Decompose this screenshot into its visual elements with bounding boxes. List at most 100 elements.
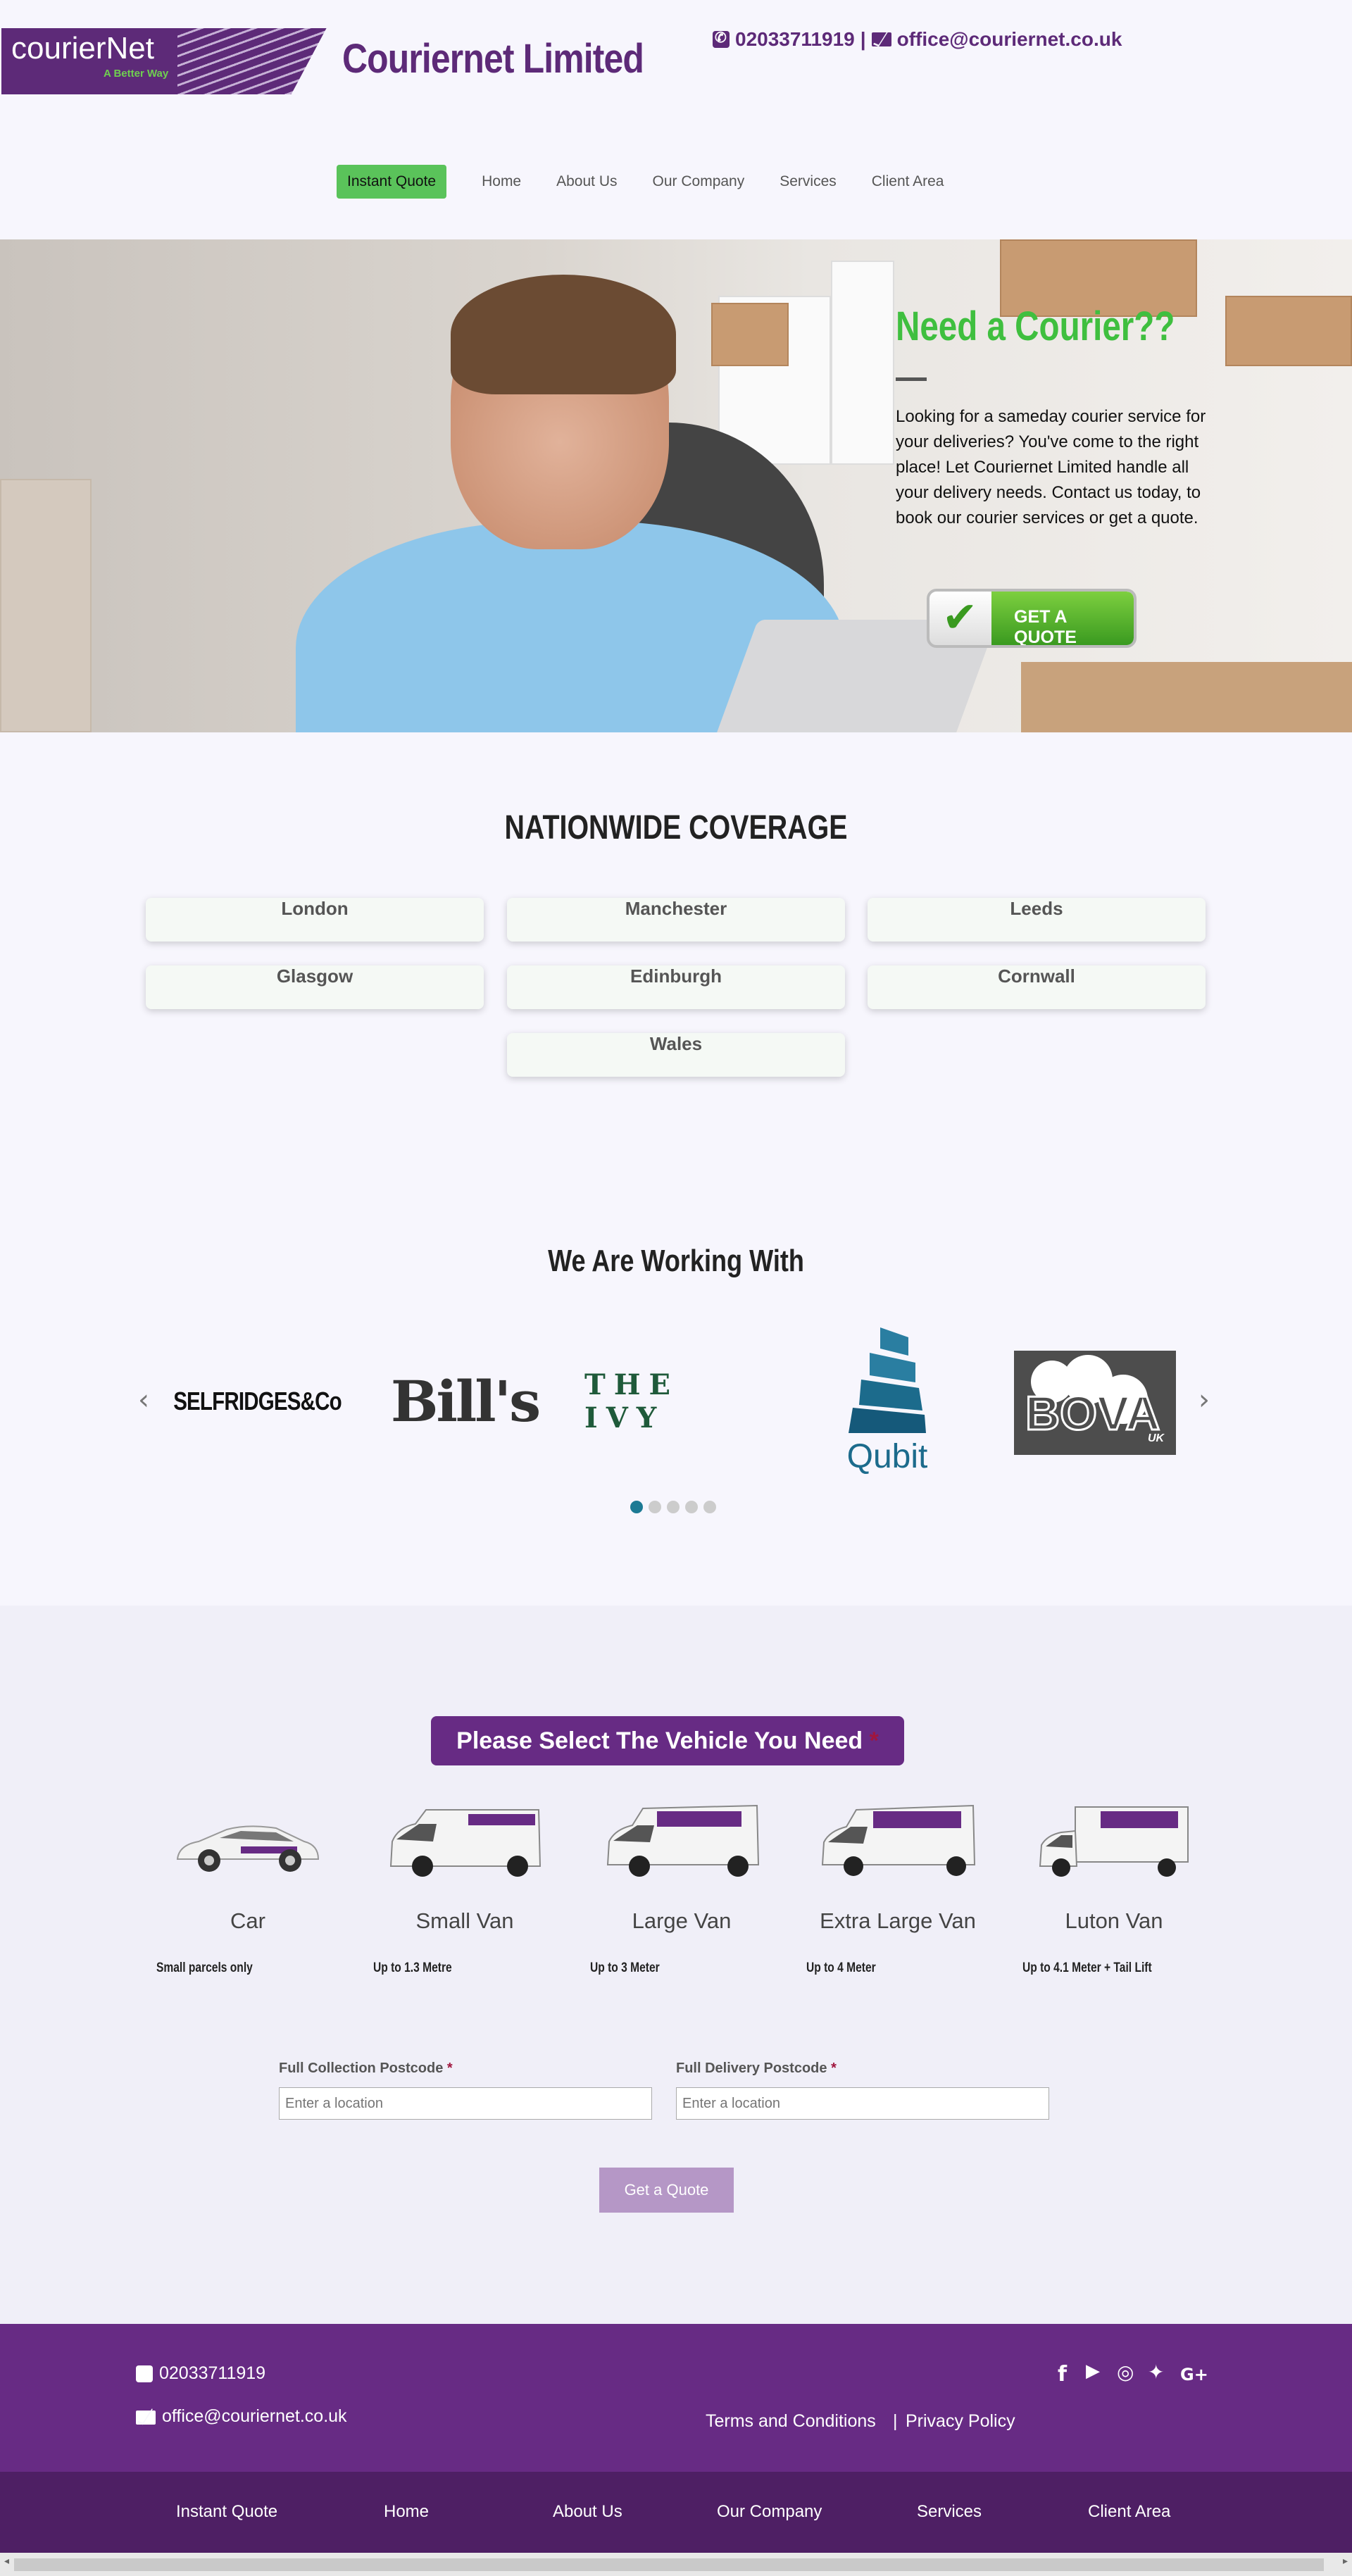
- vehicle-desc: Up to 4.1 Meter + Tail Lift: [1022, 1961, 1152, 1975]
- facebook-icon[interactable]: f: [1058, 2362, 1067, 2387]
- vehicle-option-luton-van[interactable]: Luton Van Up to 4.1 Meter + Tail Lift: [1022, 1803, 1206, 1976]
- footer-nav-instant-quote[interactable]: Instant Quote: [176, 2502, 277, 2522]
- carousel-dot-1[interactable]: [630, 1501, 643, 1513]
- footer-nav-home[interactable]: Home: [384, 2502, 429, 2522]
- partner-logo-bova-text: BOVA: [1024, 1386, 1160, 1442]
- delivery-postcode-label-text: Full Delivery Postcode: [676, 2061, 827, 2076]
- luton-van-icon: [1022, 1803, 1206, 1880]
- footer-nav-client-area[interactable]: Client Area: [1088, 2502, 1170, 2522]
- partner-logo-bova-sub: UK: [1148, 1432, 1165, 1444]
- logo[interactable]: courierNet A Better Way: [1, 28, 329, 94]
- vehicle-name: Luton Van: [1065, 1908, 1163, 1933]
- footer-nav-our-company[interactable]: Our Company: [717, 2502, 822, 2522]
- nav-item-about-us[interactable]: About Us: [556, 173, 617, 190]
- delivery-postcode-label: Full Delivery Postcode *: [676, 2061, 837, 2077]
- small-van-icon: [373, 1803, 556, 1880]
- nav-instant-quote-button[interactable]: Instant Quote: [337, 165, 447, 199]
- city-card-glasgow[interactable]: Glasgow: [146, 965, 484, 1009]
- vehicle-desc: Small parcels only: [156, 1961, 253, 1975]
- privacy-link[interactable]: Privacy Policy: [906, 2411, 1015, 2432]
- terms-link[interactable]: Terms and Conditions: [706, 2411, 876, 2432]
- partner-logo-ivy-text: THE IVY: [584, 1368, 680, 1434]
- footer-separator: |: [893, 2411, 898, 2431]
- nav-item-our-company[interactable]: Our Company: [653, 173, 745, 190]
- logo-tagline: A Better Way: [104, 68, 169, 80]
- header-contact: 02033711919 | office@couriernet.co.uk: [713, 28, 1122, 51]
- carousel-next-icon[interactable]: ›: [1198, 1384, 1210, 1416]
- vehicle-option-extra-large-van[interactable]: Extra Large Van Up to 4 Meter: [806, 1803, 989, 1976]
- vehicle-desc: Up to 1.3 Metre: [373, 1961, 452, 1975]
- vehicle-name: Car: [230, 1908, 265, 1933]
- vehicle-name: Large Van: [632, 1908, 732, 1933]
- required-mark: *: [869, 1727, 879, 1754]
- vehicle-option-large-van[interactable]: Large Van Up to 3 Meter: [590, 1803, 773, 1976]
- google-plus-icon[interactable]: G+: [1180, 2365, 1208, 2384]
- partner-logo-qubit: Qubit: [824, 1317, 951, 1486]
- coverage-title: NATIONWIDE COVERAGE: [504, 809, 848, 846]
- carousel-dot-5[interactable]: [703, 1501, 716, 1513]
- extra-large-van-icon: [806, 1803, 989, 1880]
- city-card-cornwall[interactable]: Cornwall: [868, 965, 1206, 1009]
- partner-logo-bills: Bill's: [391, 1359, 541, 1444]
- check-icon: ✔: [942, 593, 978, 642]
- collection-postcode-label: Full Collection Postcode *: [279, 2061, 453, 2077]
- scrollbar-thumb[interactable]: [14, 2558, 1324, 2571]
- partner-logo-selfridges-text: SELFRIDGES&Co: [173, 1387, 342, 1415]
- footer-envelope-icon: [136, 2411, 156, 2425]
- quote-button-label: GET A QUOTE: [1014, 607, 1077, 647]
- car-icon: [156, 1803, 339, 1880]
- carousel-prev-icon[interactable]: ‹: [138, 1384, 149, 1416]
- city-card-london[interactable]: London: [146, 898, 484, 942]
- instagram-icon[interactable]: ◎: [1117, 2361, 1134, 2384]
- get-a-quote-button[interactable]: ✔ GET A QUOTE: [927, 589, 1137, 648]
- phone-icon: [713, 29, 730, 48]
- envelope-icon: [871, 32, 891, 46]
- delivery-postcode-input[interactable]: [676, 2087, 1049, 2120]
- header-email[interactable]: office@couriernet.co.uk: [897, 28, 1122, 51]
- footer-nav-services[interactable]: Services: [917, 2502, 982, 2522]
- footer-phone-icon: [136, 2363, 153, 2382]
- vehicle-option-car[interactable]: Car Small parcels only: [156, 1803, 339, 1976]
- required-mark: *: [446, 2061, 453, 2076]
- hero-title: Need a Courier??: [896, 304, 1175, 349]
- footer: [0, 2324, 1352, 2472]
- carousel-dot-3[interactable]: [667, 1501, 680, 1513]
- vehicle-option-small-van[interactable]: Small Van Up to 1.3 Metre: [373, 1803, 556, 1976]
- nav-item-home[interactable]: Home: [482, 173, 521, 190]
- vehicle-name: Extra Large Van: [820, 1908, 976, 1933]
- city-card-wales[interactable]: Wales: [507, 1033, 845, 1077]
- hero-box: [0, 479, 92, 732]
- scroll-left-icon[interactable]: ◂: [4, 2556, 9, 2567]
- city-card-edinburgh[interactable]: Edinburgh: [507, 965, 845, 1009]
- vehicle-name: Small Van: [415, 1908, 514, 1933]
- hero-binder: [831, 261, 894, 465]
- main-nav: Instant Quote Home About Us Our Company …: [337, 165, 944, 199]
- collection-postcode-label-text: Full Collection Postcode: [279, 2061, 444, 2076]
- large-van-icon: [590, 1803, 773, 1880]
- carousel-dot-4[interactable]: [685, 1501, 698, 1513]
- carousel-dot-2[interactable]: [649, 1501, 661, 1513]
- nav-item-client-area[interactable]: Client Area: [872, 173, 944, 190]
- get-quote-submit-button[interactable]: Get a Quote: [599, 2168, 734, 2213]
- horizontal-scrollbar[interactable]: ◂ ▸: [0, 2553, 1352, 2576]
- city-card-manchester[interactable]: Manchester: [507, 898, 845, 942]
- footer-nav-about-us[interactable]: About Us: [553, 2502, 622, 2522]
- city-card-leeds[interactable]: Leeds: [868, 898, 1206, 942]
- youtube-icon[interactable]: ▶: [1086, 2361, 1100, 2382]
- partner-logo-selfridges: SELFRIDGES&Co: [173, 1366, 342, 1437]
- vehicle-desc: Up to 4 Meter: [806, 1961, 876, 1975]
- footer-phone[interactable]: 02033711919: [159, 2363, 265, 2384]
- footer-email[interactable]: office@couriernet.co.uk: [162, 2406, 347, 2427]
- nav-item-services[interactable]: Services: [780, 173, 837, 190]
- partners-title: We Are Working With: [548, 1244, 804, 1278]
- qubit-building-icon: [849, 1327, 926, 1433]
- hero-parcel: [1021, 662, 1352, 732]
- scroll-right-icon[interactable]: ▸: [1343, 2556, 1348, 2567]
- header-phone[interactable]: 02033711919: [735, 28, 855, 51]
- twitter-icon[interactable]: ✦: [1148, 2361, 1164, 2384]
- collection-postcode-input[interactable]: [279, 2087, 652, 2120]
- partner-logo-qubit-text: Qubit: [846, 1437, 928, 1475]
- hero-divider: [896, 377, 927, 381]
- vehicle-desc: Up to 3 Meter: [590, 1961, 660, 1975]
- header-separator: |: [860, 28, 866, 50]
